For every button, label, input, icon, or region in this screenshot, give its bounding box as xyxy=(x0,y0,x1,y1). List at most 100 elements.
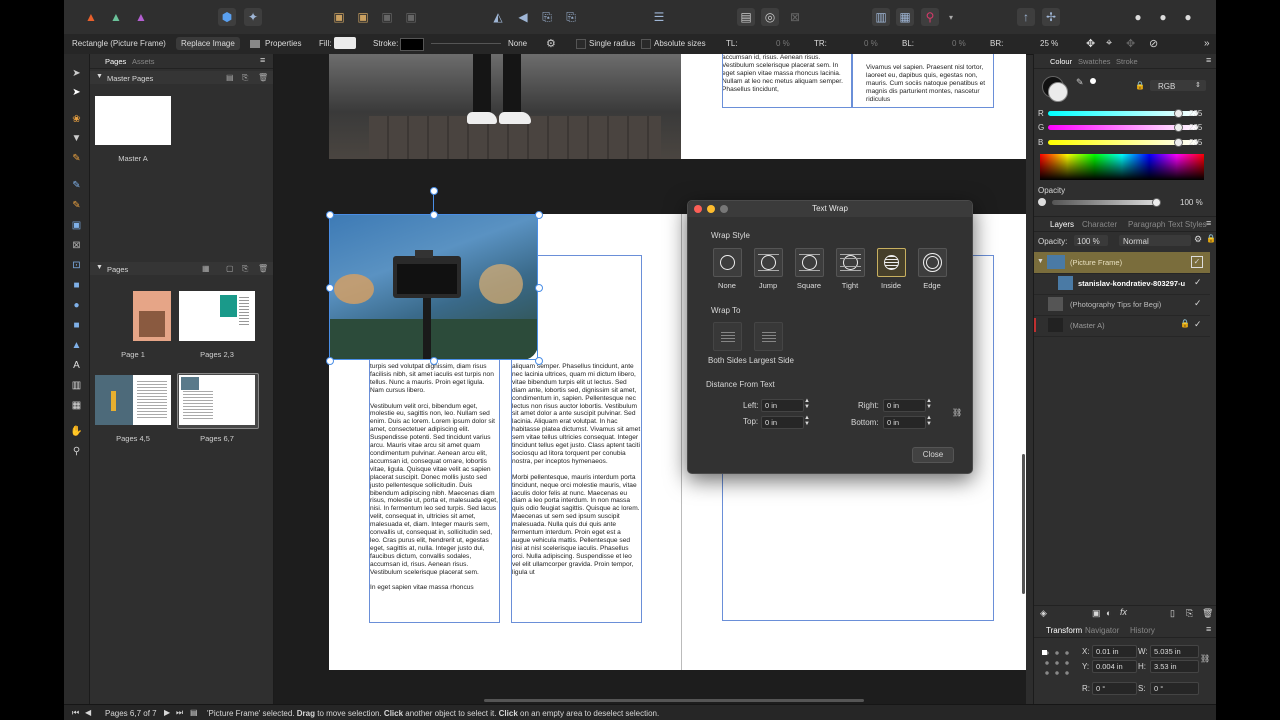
wrap-to-both-sides-button[interactable] xyxy=(713,322,742,351)
pages-6-7-thumbnail[interactable] xyxy=(179,375,255,425)
close-button[interactable]: Close xyxy=(912,447,954,463)
photo-persona-icon[interactable]: ▲ xyxy=(132,8,150,26)
opacity-slider[interactable] xyxy=(1052,198,1161,207)
minimize-window-button[interactable] xyxy=(707,205,715,213)
tab-swatches[interactable]: Swatches xyxy=(1078,57,1111,66)
resize-handle[interactable] xyxy=(326,284,334,292)
opacity-value[interactable]: 100 % xyxy=(1180,198,1203,207)
anchor-point-selected[interactable] xyxy=(1042,650,1047,655)
help-icon[interactable]: ● xyxy=(1179,8,1197,26)
more-icon[interactable]: » xyxy=(1204,38,1210,49)
gear-icon[interactable]: ⚙ xyxy=(1194,234,1202,245)
layer-row-image[interactable]: stanislav-kondratiev-803297-u ✓ xyxy=(1034,273,1210,295)
pages-2-3-thumbnail[interactable] xyxy=(179,291,255,341)
last-page-icon[interactable]: ⏭ xyxy=(176,708,183,718)
tab-colour[interactable]: Colour xyxy=(1050,57,1072,66)
layer-row-picture-frame[interactable]: ▼ (Picture Frame) ✓ xyxy=(1034,252,1210,274)
copy-icon[interactable]: ⎘ xyxy=(1186,608,1193,619)
tab-transform[interactable]: Transform xyxy=(1046,626,1082,635)
snapping-magnet-icon[interactable]: ⚲ xyxy=(921,8,939,26)
wrap-style-inside-button[interactable] xyxy=(877,248,906,277)
crop-tool-icon[interactable]: ⊡ xyxy=(69,258,84,272)
g-slider[interactable] xyxy=(1048,123,1198,132)
layer-row-text-frame[interactable]: (Photography Tips for Begi) ✓ xyxy=(1034,294,1210,316)
rotate-right-icon[interactable]: ⎘ xyxy=(562,8,580,26)
brush-tool-icon[interactable]: ✎ xyxy=(69,198,84,212)
r-value[interactable]: 235 xyxy=(1189,109,1202,118)
picture-frame-tool-icon[interactable]: ▣ xyxy=(69,218,84,232)
copy-icon[interactable]: ⎘ xyxy=(242,264,248,274)
tab-paragraph[interactable]: Paragraph xyxy=(1128,220,1165,229)
align-icon[interactable]: ☰ xyxy=(650,8,668,26)
wrap-style-none-button[interactable] xyxy=(713,248,742,277)
tl-value[interactable]: 0 % xyxy=(776,39,790,48)
y-field[interactable]: 0.004 in xyxy=(1092,660,1137,673)
trash-icon[interactable]: 🗑 xyxy=(258,73,268,82)
tr-value[interactable]: 0 % xyxy=(864,39,878,48)
tab-pages[interactable]: Pages xyxy=(105,57,126,66)
rotate-left-icon[interactable]: ⎘ xyxy=(538,8,556,26)
first-page-icon[interactable]: ⏮ xyxy=(72,708,79,718)
menu-icon[interactable]: ≡ xyxy=(260,55,265,65)
b-value[interactable]: 235 xyxy=(1189,138,1202,147)
tab-stroke[interactable]: Stroke xyxy=(1116,57,1138,66)
add-page-icon[interactable]: ▢ xyxy=(226,264,234,273)
zoom-value[interactable]: 25 % xyxy=(1040,39,1058,48)
menu-icon[interactable]: ≡ xyxy=(1206,624,1211,634)
tab-text-styles[interactable]: Text Styles xyxy=(1168,220,1207,229)
menu-icon[interactable]: ≡ xyxy=(1206,55,1211,65)
checkmark-icon[interactable]: ✓ xyxy=(1194,277,1202,288)
settings-icon[interactable]: ✦ xyxy=(244,8,262,26)
rotation-field[interactable]: 0 ° xyxy=(1092,682,1137,695)
designer-persona-icon[interactable]: ▲ xyxy=(107,8,125,26)
menu-icon[interactable]: ≡ xyxy=(1206,218,1211,228)
single-radius-checkbox[interactable] xyxy=(576,39,586,49)
tab-layers[interactable]: Layers xyxy=(1050,220,1074,229)
ellipse-tool-icon[interactable]: ● xyxy=(69,298,84,312)
tab-assets[interactable]: Assets xyxy=(132,57,155,66)
resize-handle[interactable] xyxy=(430,211,438,219)
chevron-down-icon[interactable]: ▼ xyxy=(1037,258,1044,265)
master-pages-header[interactable]: ▼ Master Pages ▤ ⎘ 🗑 xyxy=(90,71,273,84)
add-layer-icon[interactable]: ▯ xyxy=(1170,608,1175,619)
rounded-rect-tool-icon[interactable]: ■ xyxy=(69,318,84,332)
geometry-icon[interactable]: ◎ xyxy=(761,8,779,26)
b-slider[interactable] xyxy=(1048,138,1198,147)
master-options-icon[interactable]: ▤ xyxy=(226,73,234,82)
transform-origin-icon[interactable]: ✢ xyxy=(1042,8,1060,26)
visibility-checkbox[interactable]: ✓ xyxy=(1191,256,1203,268)
zoom-tool-icon[interactable]: ⚲ xyxy=(69,444,84,458)
move-tool-icon[interactable]: ➤ xyxy=(69,66,84,80)
trash-icon[interactable]: 🗑 xyxy=(258,264,268,273)
layer-opacity-field[interactable]: 100 % xyxy=(1074,235,1108,246)
g-value[interactable]: 235 xyxy=(1189,123,1202,132)
fill-colour-well[interactable] xyxy=(1048,82,1068,102)
eyedropper-icon[interactable]: ✎ xyxy=(1076,77,1084,88)
right-stepper[interactable]: ▲ ▼ xyxy=(926,398,932,410)
lock-icon[interactable]: 🔒 xyxy=(1180,319,1190,328)
fill-tool-icon[interactable]: ▼ xyxy=(69,131,84,145)
properties-button[interactable]: Properties xyxy=(265,39,301,48)
absolute-sizes-checkbox[interactable] xyxy=(641,39,651,49)
user-icon[interactable]: ● xyxy=(1129,8,1147,26)
wrap-style-edge-button[interactable] xyxy=(918,248,947,277)
layers-stack-icon[interactable]: ◈ xyxy=(1040,608,1047,619)
left-stepper[interactable]: ▲ ▼ xyxy=(804,398,810,410)
fx-icon[interactable]: fx xyxy=(1120,607,1127,617)
tab-history[interactable]: History xyxy=(1130,626,1155,635)
blend-mode-select[interactable]: Normal xyxy=(1119,235,1191,246)
lock-icon[interactable]: 🔒 xyxy=(1135,81,1145,90)
pencil-tool-icon[interactable]: ✎ xyxy=(69,178,84,192)
view-tool-icon[interactable]: ✥ xyxy=(1086,37,1095,50)
wrap-style-tight-button[interactable] xyxy=(836,248,865,277)
swap-colour-icon[interactable] xyxy=(1090,78,1096,84)
lock-icon[interactable]: 🔒 xyxy=(1206,234,1216,243)
top-distance-field[interactable]: 0 in xyxy=(761,416,804,429)
wrap-style-jump-button[interactable] xyxy=(754,248,783,277)
tab-character[interactable]: Character xyxy=(1082,220,1117,229)
shear-field[interactable]: 0 ° xyxy=(1150,682,1199,695)
pen-tool-icon[interactable]: ✎ xyxy=(69,151,84,165)
wrap-style-square-button[interactable] xyxy=(795,248,824,277)
adjustment-icon[interactable]: ◐ xyxy=(1106,608,1111,618)
w-field[interactable]: 5.035 in xyxy=(1150,645,1199,658)
